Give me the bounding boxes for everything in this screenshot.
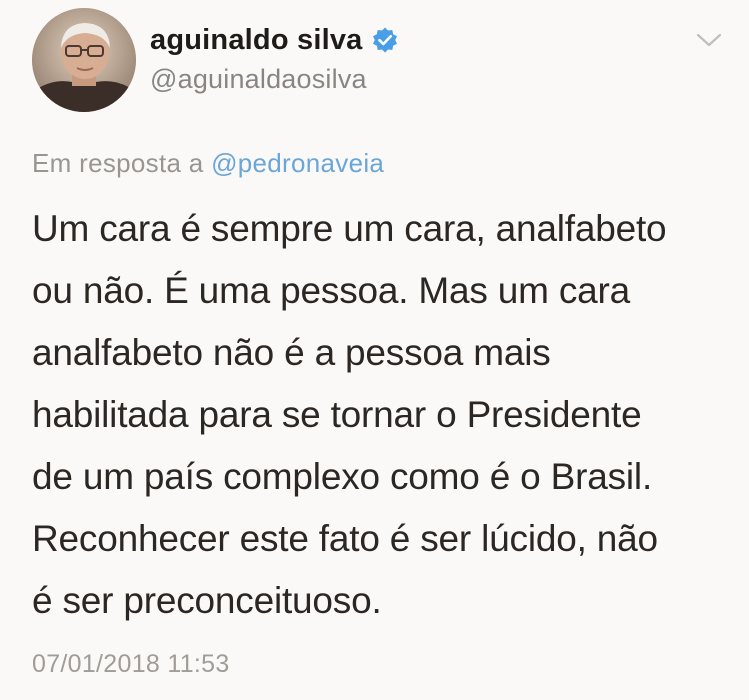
tweet-line: de um país complexo como é o Brasil. <box>32 456 653 497</box>
chevron-down-icon <box>696 33 722 47</box>
avatar[interactable] <box>32 8 136 112</box>
display-name[interactable]: aguinaldo silva <box>150 24 363 57</box>
tweet-menu-button[interactable] <box>691 26 727 54</box>
reply-mention-link[interactable]: @pedronaveia <box>211 148 384 178</box>
verified-badge-icon <box>371 26 399 54</box>
tweet-line: habilitada para se tornar o Presidente <box>32 394 642 435</box>
tweet-line: ou não. É uma pessoa. Mas um cara <box>32 270 631 311</box>
tweet-card: aguinaldo silva @aguinaldaosilva Em resp… <box>0 0 749 700</box>
timestamp[interactable]: 07/01/2018 11:53 <box>32 650 230 679</box>
reply-context: Em resposta a @pedronaveia <box>32 148 384 179</box>
tweet-line: é ser preconceituoso. <box>32 580 382 621</box>
tweet-body: Um cara é sempre um cara, analfabeto ou … <box>32 198 732 632</box>
profile-photo-image <box>32 8 136 112</box>
name-row: aguinaldo silva <box>150 20 399 60</box>
tweet-line: Reconhecer este fato é ser lúcido, não <box>32 518 658 559</box>
handle[interactable]: @aguinaldaosilva <box>150 64 399 95</box>
tweet-line: analfabeto não é a pessoa mais <box>32 332 551 373</box>
tweet-line: Um cara é sempre um cara, analfabeto <box>32 208 667 249</box>
author-info: aguinaldo silva @aguinaldaosilva <box>150 20 399 95</box>
reply-prefix: Em resposta a <box>32 148 204 178</box>
